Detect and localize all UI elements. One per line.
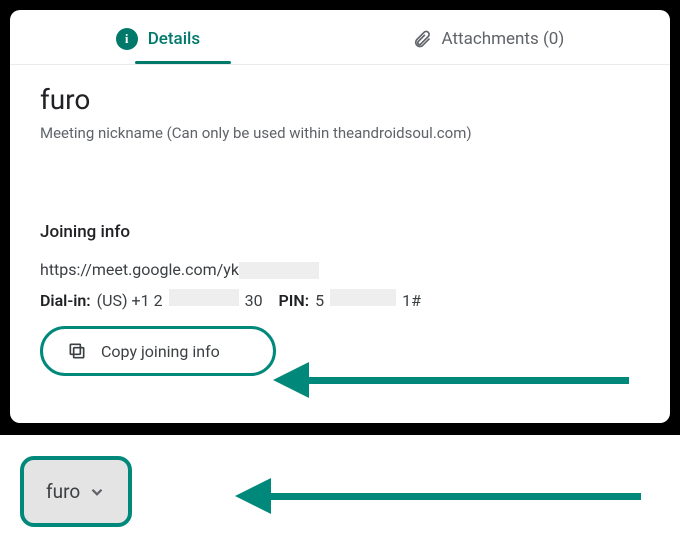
dial-in-label: Dial-in: (40, 291, 91, 310)
tab-attachments-label: Attachments (0) (442, 29, 565, 49)
tab-details[interactable]: i Details (116, 28, 200, 64)
tab-details-label: Details (148, 29, 200, 49)
redacted-block (239, 262, 319, 279)
meeting-nickname: furo (40, 83, 640, 116)
meeting-pill-label: furo (46, 480, 80, 503)
copy-icon (67, 341, 87, 361)
meeting-pill-button[interactable]: furo (20, 456, 132, 527)
tab-attachments[interactable]: Attachments (0) (412, 29, 565, 63)
tabs-bar: i Details Attachments (0) (10, 10, 670, 64)
annotation-arrow-bottom (235, 478, 641, 514)
meeting-nickname-subtitle: Meeting nickname (Can only be used withi… (40, 124, 640, 142)
redacted-block (330, 289, 396, 306)
redacted-block (169, 289, 239, 306)
chevron-down-icon (88, 483, 106, 501)
copy-button-label: Copy joining info (101, 342, 220, 361)
annotation-arrow-top (273, 362, 629, 398)
info-icon: i (116, 28, 138, 50)
pin-label: PIN: (279, 291, 310, 310)
dial-in-row: Dial-in: (US) +1 230 PIN: 51# (40, 289, 640, 310)
active-tab-indicator (135, 61, 231, 64)
meeting-link: https://meet.google.com/yk (40, 260, 640, 279)
attachment-icon (412, 29, 432, 49)
copy-joining-info-button[interactable]: Copy joining info (40, 326, 276, 376)
joining-info-title: Joining info (40, 222, 640, 242)
